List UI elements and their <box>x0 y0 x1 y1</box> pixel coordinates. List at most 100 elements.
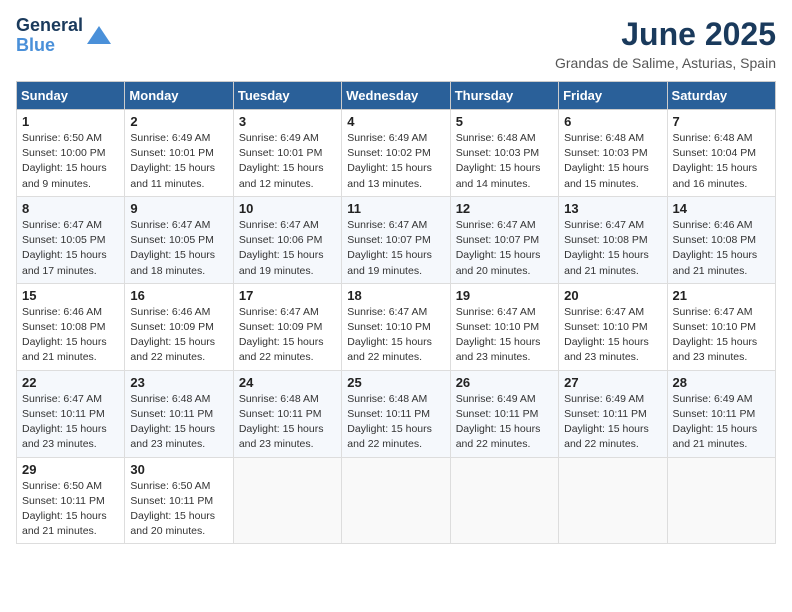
calendar-table: SundayMondayTuesdayWednesdayThursdayFrid… <box>16 81 776 544</box>
day-number: 22 <box>22 375 119 390</box>
calendar-day-cell: 27 Sunrise: 6:49 AMSunset: 10:11 PMDaylig… <box>559 370 667 457</box>
calendar-day-cell: 7 Sunrise: 6:48 AMSunset: 10:04 PMDayligh… <box>667 110 775 197</box>
subtitle: Grandas de Salime, Asturias, Spain <box>555 55 776 71</box>
day-info: Sunrise: 6:48 AMSunset: 10:11 PMDaylight… <box>239 392 336 453</box>
calendar-header-day: Tuesday <box>233 82 341 110</box>
day-info: Sunrise: 6:48 AMSunset: 10:11 PMDaylight… <box>130 392 227 453</box>
calendar-day-cell <box>450 457 558 544</box>
day-number: 21 <box>673 288 770 303</box>
calendar-header-day: Wednesday <box>342 82 450 110</box>
day-info: Sunrise: 6:49 AMSunset: 10:02 PMDaylight… <box>347 131 444 192</box>
day-info: Sunrise: 6:47 AMSunset: 10:07 PMDaylight… <box>347 218 444 279</box>
day-info: Sunrise: 6:49 AMSunset: 10:11 PMDaylight… <box>564 392 661 453</box>
calendar-week-row: 29 Sunrise: 6:50 AMSunset: 10:11 PMDaylig… <box>17 457 776 544</box>
title-area: June 2025 Grandas de Salime, Asturias, S… <box>555 16 776 71</box>
day-info: Sunrise: 6:47 AMSunset: 10:05 PMDaylight… <box>22 218 119 279</box>
day-number: 30 <box>130 462 227 477</box>
calendar-day-cell: 29 Sunrise: 6:50 AMSunset: 10:11 PMDaylig… <box>17 457 125 544</box>
day-number: 4 <box>347 114 444 129</box>
day-number: 11 <box>347 201 444 216</box>
logo-text: GeneralBlue <box>16 16 83 56</box>
day-number: 25 <box>347 375 444 390</box>
day-info: Sunrise: 6:47 AMSunset: 10:10 PMDaylight… <box>673 305 770 366</box>
calendar-day-cell: 12 Sunrise: 6:47 AMSunset: 10:07 PMDaylig… <box>450 196 558 283</box>
calendar-week-row: 8Sunrise: 6:47 AMSunset: 10:05 PMDayligh… <box>17 196 776 283</box>
calendar-day-cell: 23Sunrise: 6:48 AMSunset: 10:11 PMDaylig… <box>125 370 233 457</box>
calendar-day-cell: 8Sunrise: 6:47 AMSunset: 10:05 PMDayligh… <box>17 196 125 283</box>
day-info: Sunrise: 6:47 AMSunset: 10:11 PMDaylight… <box>22 392 119 453</box>
day-info: Sunrise: 6:46 AMSunset: 10:08 PMDaylight… <box>673 218 770 279</box>
day-info: Sunrise: 6:47 AMSunset: 10:10 PMDaylight… <box>347 305 444 366</box>
calendar-day-cell: 22 Sunrise: 6:47 AMSunset: 10:11 PMDaylig… <box>17 370 125 457</box>
day-info: Sunrise: 6:48 AMSunset: 10:11 PMDaylight… <box>347 392 444 453</box>
day-number: 5 <box>456 114 553 129</box>
calendar-day-cell: 9 Sunrise: 6:47 AMSunset: 10:05 PMDayligh… <box>125 196 233 283</box>
day-info: Sunrise: 6:47 AMSunset: 10:09 PMDaylight… <box>239 305 336 366</box>
day-info: Sunrise: 6:48 AMSunset: 10:03 PMDaylight… <box>456 131 553 192</box>
day-info: Sunrise: 6:46 AMSunset: 10:09 PMDaylight… <box>130 305 227 366</box>
calendar-header-row: SundayMondayTuesdayWednesdayThursdayFrid… <box>17 82 776 110</box>
day-number: 14 <box>673 201 770 216</box>
day-number: 16 <box>130 288 227 303</box>
day-info: Sunrise: 6:47 AMSunset: 10:05 PMDaylight… <box>130 218 227 279</box>
day-number: 18 <box>347 288 444 303</box>
day-number: 3 <box>239 114 336 129</box>
calendar-header-day: Sunday <box>17 82 125 110</box>
calendar-week-row: 1 Sunrise: 6:50 AMSunset: 10:00 PMDayligh… <box>17 110 776 197</box>
day-number: 2 <box>130 114 227 129</box>
day-number: 27 <box>564 375 661 390</box>
calendar-day-cell: 16 Sunrise: 6:46 AMSunset: 10:09 PMDaylig… <box>125 283 233 370</box>
logo-icon <box>85 22 113 50</box>
day-info: Sunrise: 6:47 AMSunset: 10:08 PMDaylight… <box>564 218 661 279</box>
day-number: 7 <box>673 114 770 129</box>
day-number: 13 <box>564 201 661 216</box>
logo: GeneralBlue <box>16 16 113 56</box>
day-number: 1 <box>22 114 119 129</box>
day-number: 29 <box>22 462 119 477</box>
day-number: 20 <box>564 288 661 303</box>
day-number: 24 <box>239 375 336 390</box>
calendar-day-cell: 10Sunrise: 6:47 AMSunset: 10:06 PMDaylig… <box>233 196 341 283</box>
calendar-header-day: Friday <box>559 82 667 110</box>
day-number: 19 <box>456 288 553 303</box>
day-info: Sunrise: 6:50 AMSunset: 10:00 PMDaylight… <box>22 131 119 192</box>
calendar-week-row: 22 Sunrise: 6:47 AMSunset: 10:11 PMDaylig… <box>17 370 776 457</box>
day-info: Sunrise: 6:49 AMSunset: 10:11 PMDaylight… <box>673 392 770 453</box>
day-number: 26 <box>456 375 553 390</box>
logo-blue: Blue <box>16 35 55 55</box>
day-info: Sunrise: 6:50 AMSunset: 10:11 PMDaylight… <box>130 479 227 540</box>
calendar-day-cell: 5 Sunrise: 6:48 AMSunset: 10:03 PMDayligh… <box>450 110 558 197</box>
day-info: Sunrise: 6:47 AMSunset: 10:07 PMDaylight… <box>456 218 553 279</box>
day-info: Sunrise: 6:50 AMSunset: 10:11 PMDaylight… <box>22 479 119 540</box>
day-number: 17 <box>239 288 336 303</box>
calendar-day-cell <box>342 457 450 544</box>
calendar-day-cell: 28 Sunrise: 6:49 AMSunset: 10:11 PMDaylig… <box>667 370 775 457</box>
calendar-day-cell <box>559 457 667 544</box>
calendar-header-day: Monday <box>125 82 233 110</box>
calendar-header-day: Saturday <box>667 82 775 110</box>
day-info: Sunrise: 6:49 AMSunset: 10:01 PMDaylight… <box>130 131 227 192</box>
day-info: Sunrise: 6:47 AMSunset: 10:10 PMDaylight… <box>564 305 661 366</box>
calendar-day-cell: 21 Sunrise: 6:47 AMSunset: 10:10 PMDaylig… <box>667 283 775 370</box>
day-info: Sunrise: 6:49 AMSunset: 10:01 PMDaylight… <box>239 131 336 192</box>
calendar-day-cell: 17 Sunrise: 6:47 AMSunset: 10:09 PMDaylig… <box>233 283 341 370</box>
calendar-day-cell: 30 Sunrise: 6:50 AMSunset: 10:11 PMDaylig… <box>125 457 233 544</box>
calendar-day-cell: 24 Sunrise: 6:48 AMSunset: 10:11 PMDaylig… <box>233 370 341 457</box>
calendar-day-cell: 15Sunrise: 6:46 AMSunset: 10:08 PMDaylig… <box>17 283 125 370</box>
calendar-day-cell: 25 Sunrise: 6:48 AMSunset: 10:11 PMDaylig… <box>342 370 450 457</box>
day-info: Sunrise: 6:48 AMSunset: 10:04 PMDaylight… <box>673 131 770 192</box>
calendar-header-day: Thursday <box>450 82 558 110</box>
calendar-day-cell <box>233 457 341 544</box>
day-number: 12 <box>456 201 553 216</box>
page-header: GeneralBlue June 2025 Grandas de Salime,… <box>16 16 776 71</box>
main-title: June 2025 <box>555 16 776 53</box>
calendar-week-row: 15Sunrise: 6:46 AMSunset: 10:08 PMDaylig… <box>17 283 776 370</box>
day-info: Sunrise: 6:47 AMSunset: 10:06 PMDaylight… <box>239 218 336 279</box>
calendar-day-cell: 11 Sunrise: 6:47 AMSunset: 10:07 PMDaylig… <box>342 196 450 283</box>
day-number: 9 <box>130 201 227 216</box>
day-number: 28 <box>673 375 770 390</box>
calendar-day-cell: 26Sunrise: 6:49 AMSunset: 10:11 PMDaylig… <box>450 370 558 457</box>
day-number: 6 <box>564 114 661 129</box>
calendar-day-cell: 1 Sunrise: 6:50 AMSunset: 10:00 PMDayligh… <box>17 110 125 197</box>
calendar-body: 1 Sunrise: 6:50 AMSunset: 10:00 PMDayligh… <box>17 110 776 544</box>
